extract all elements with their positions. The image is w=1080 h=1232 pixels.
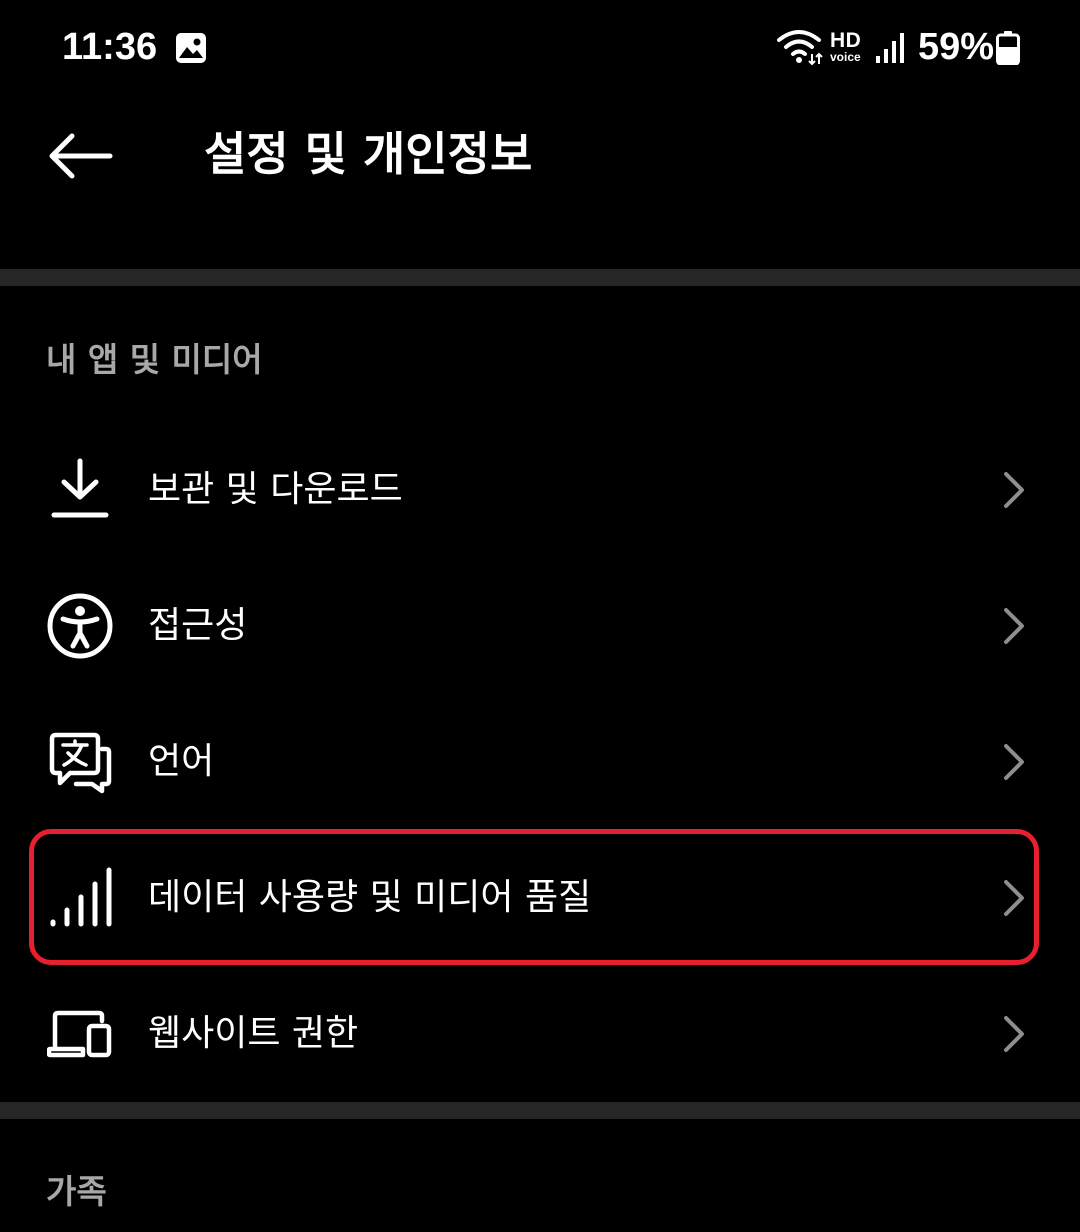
menu-item-website-permissions[interactable]: 웹사이트 권한 bbox=[0, 966, 1080, 1102]
status-bar: 11:36 HD voice 59% bbox=[0, 0, 1080, 96]
chevron-right-icon bbox=[1004, 472, 1024, 508]
section-header-family: 가족 bbox=[46, 1172, 107, 1211]
chevron-right-icon bbox=[1004, 744, 1024, 780]
hd-voice-icon: HD voice bbox=[830, 30, 866, 66]
back-arrow-icon bbox=[49, 133, 113, 179]
download-icon bbox=[51, 458, 109, 518]
menu-item-data-usage-media-quality[interactable]: 데이터 사용량 및 미디어 품질 bbox=[0, 830, 1080, 966]
cell-signal-icon bbox=[876, 33, 904, 63]
page-title: 설정 및 개인정보 bbox=[204, 127, 533, 181]
back-button[interactable] bbox=[36, 116, 122, 196]
menu-item-label: 접근성 bbox=[148, 605, 248, 646]
battery-icon bbox=[996, 31, 1020, 65]
menu-item-label: 데이터 사용량 및 미디어 품질 bbox=[148, 877, 592, 918]
gallery-notification-icon bbox=[176, 33, 206, 63]
hd-label: HD bbox=[830, 29, 862, 52]
menu-item-accessibility[interactable]: 접근성 bbox=[0, 558, 1080, 694]
voice-label: voice bbox=[830, 50, 861, 64]
chevron-right-icon bbox=[1004, 1016, 1024, 1052]
status-time: 11:36 bbox=[62, 26, 158, 68]
menu-item-language[interactable]: 언어 bbox=[0, 694, 1080, 830]
apps-media-menu: 보관 및 다운로드 접근성 언어 데이터 사용량 및 미디어 품질 웹사이트 권… bbox=[0, 422, 1080, 1102]
chevron-right-icon bbox=[1004, 880, 1024, 916]
menu-item-label: 보관 및 다운로드 bbox=[148, 469, 403, 510]
devices-icon bbox=[47, 1010, 112, 1058]
section-header-apps-media: 내 앱 및 미디어 bbox=[46, 340, 263, 379]
battery-percentage: 59% bbox=[918, 26, 995, 68]
section-divider bbox=[0, 269, 1080, 286]
section-divider bbox=[0, 1102, 1080, 1119]
chevron-right-icon bbox=[1004, 608, 1024, 644]
signal-bars-icon bbox=[50, 867, 112, 927]
language-icon bbox=[49, 732, 112, 794]
menu-item-archive-downloads[interactable]: 보관 및 다운로드 bbox=[0, 422, 1080, 558]
wifi-icon bbox=[777, 30, 823, 66]
app-bar: 설정 및 개인정보 bbox=[0, 96, 1080, 268]
menu-item-label: 웹사이트 권한 bbox=[148, 1013, 359, 1054]
menu-item-label: 언어 bbox=[148, 741, 215, 782]
accessibility-icon bbox=[47, 593, 113, 659]
